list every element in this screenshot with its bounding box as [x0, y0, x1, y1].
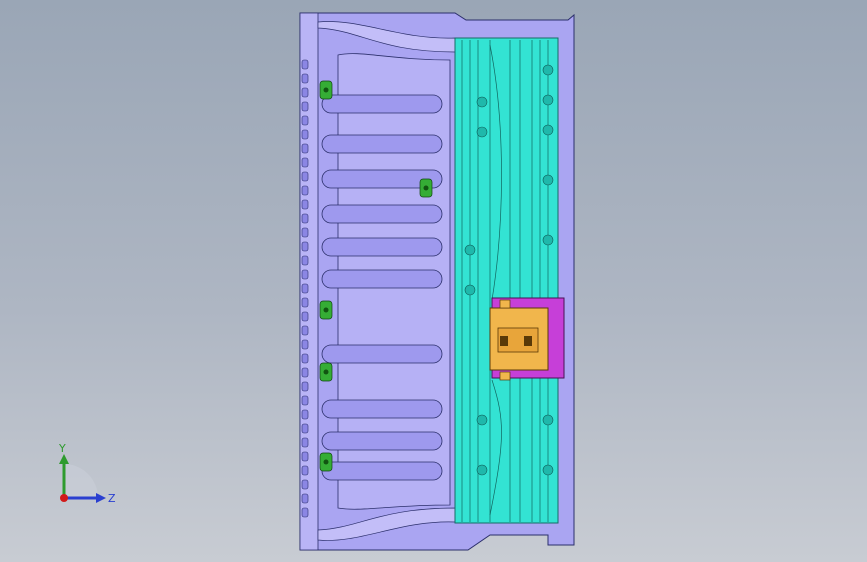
edge-slot: [301, 451, 309, 462]
edge-slot: [301, 101, 309, 112]
edge-slot: [301, 199, 309, 210]
edge-slot: [301, 479, 309, 490]
z-axis-label: Z: [108, 492, 116, 505]
graphics-viewport[interactable]: Y Z: [0, 0, 867, 562]
triad-arc: [64, 464, 98, 498]
die-hole: [542, 124, 554, 136]
edge-slot: [301, 353, 309, 364]
insert-slot-left: [500, 336, 508, 346]
rib: [321, 344, 443, 364]
edge-slot: [301, 143, 309, 154]
insert-tab-top: [499, 299, 511, 309]
edge-slot: [301, 157, 309, 168]
green-clip[interactable]: [419, 178, 433, 198]
clip-pin: [323, 307, 329, 313]
rib: [321, 134, 443, 154]
green-clip[interactable]: [319, 362, 333, 382]
rib: [321, 431, 443, 451]
die-steel-block[interactable]: [454, 37, 559, 524]
edge-slot: [301, 283, 309, 294]
edge-slot: [301, 171, 309, 182]
edge-slot: [301, 311, 309, 322]
rib: [321, 461, 443, 481]
y-axis-arrow: [59, 454, 69, 464]
die-hole: [464, 244, 476, 256]
die-hole: [542, 94, 554, 106]
edge-slot: [301, 423, 309, 434]
insert-tab-bottom: [499, 371, 511, 381]
edge-slot: [301, 227, 309, 238]
clip-pin: [323, 87, 329, 93]
edge-slot: [301, 437, 309, 448]
die-hole: [542, 64, 554, 76]
clip-pin: [323, 369, 329, 375]
y-axis-label: Y: [58, 442, 66, 455]
die-hole: [476, 126, 488, 138]
green-clip[interactable]: [319, 80, 333, 100]
edge-slot: [301, 367, 309, 378]
die-hole: [542, 174, 554, 186]
edge-slot: [301, 395, 309, 406]
edge-slot: [301, 409, 309, 420]
insert-slot-right: [524, 336, 532, 346]
rib: [321, 237, 443, 257]
die-hole: [464, 284, 476, 296]
rib: [321, 269, 443, 289]
rib: [321, 94, 443, 114]
edge-slot: [301, 241, 309, 252]
z-axis-arrow: [96, 493, 106, 503]
edge-slot: [301, 129, 309, 140]
die-assembly-model[interactable]: [0, 0, 867, 562]
axis-triad: Y Z: [58, 442, 116, 505]
edge-slot: [301, 381, 309, 392]
die-hole: [542, 234, 554, 246]
edge-slot: [301, 269, 309, 280]
edge-slot: [301, 115, 309, 126]
edge-slot: [301, 493, 309, 504]
green-clip[interactable]: [319, 300, 333, 320]
x-axis-dot: [60, 494, 68, 502]
green-clip[interactable]: [319, 452, 333, 472]
die-hole: [476, 464, 488, 476]
die-hole: [542, 464, 554, 476]
edge-slot: [301, 325, 309, 336]
edge-slot: [301, 185, 309, 196]
edge-slot: [301, 297, 309, 308]
edge-slot: [301, 59, 309, 70]
edge-slot: [301, 255, 309, 266]
die-hole: [476, 96, 488, 108]
edge-slot: [301, 507, 309, 518]
edge-slot: [301, 87, 309, 98]
die-hole: [476, 414, 488, 426]
rib: [321, 399, 443, 419]
edge-slot: [301, 339, 309, 350]
clip-pin: [323, 459, 329, 465]
die-hole: [542, 414, 554, 426]
rib: [321, 204, 443, 224]
edge-slot: [301, 213, 309, 224]
edge-slot: [301, 73, 309, 84]
edge-slot: [301, 465, 309, 476]
clip-pin: [423, 185, 429, 191]
